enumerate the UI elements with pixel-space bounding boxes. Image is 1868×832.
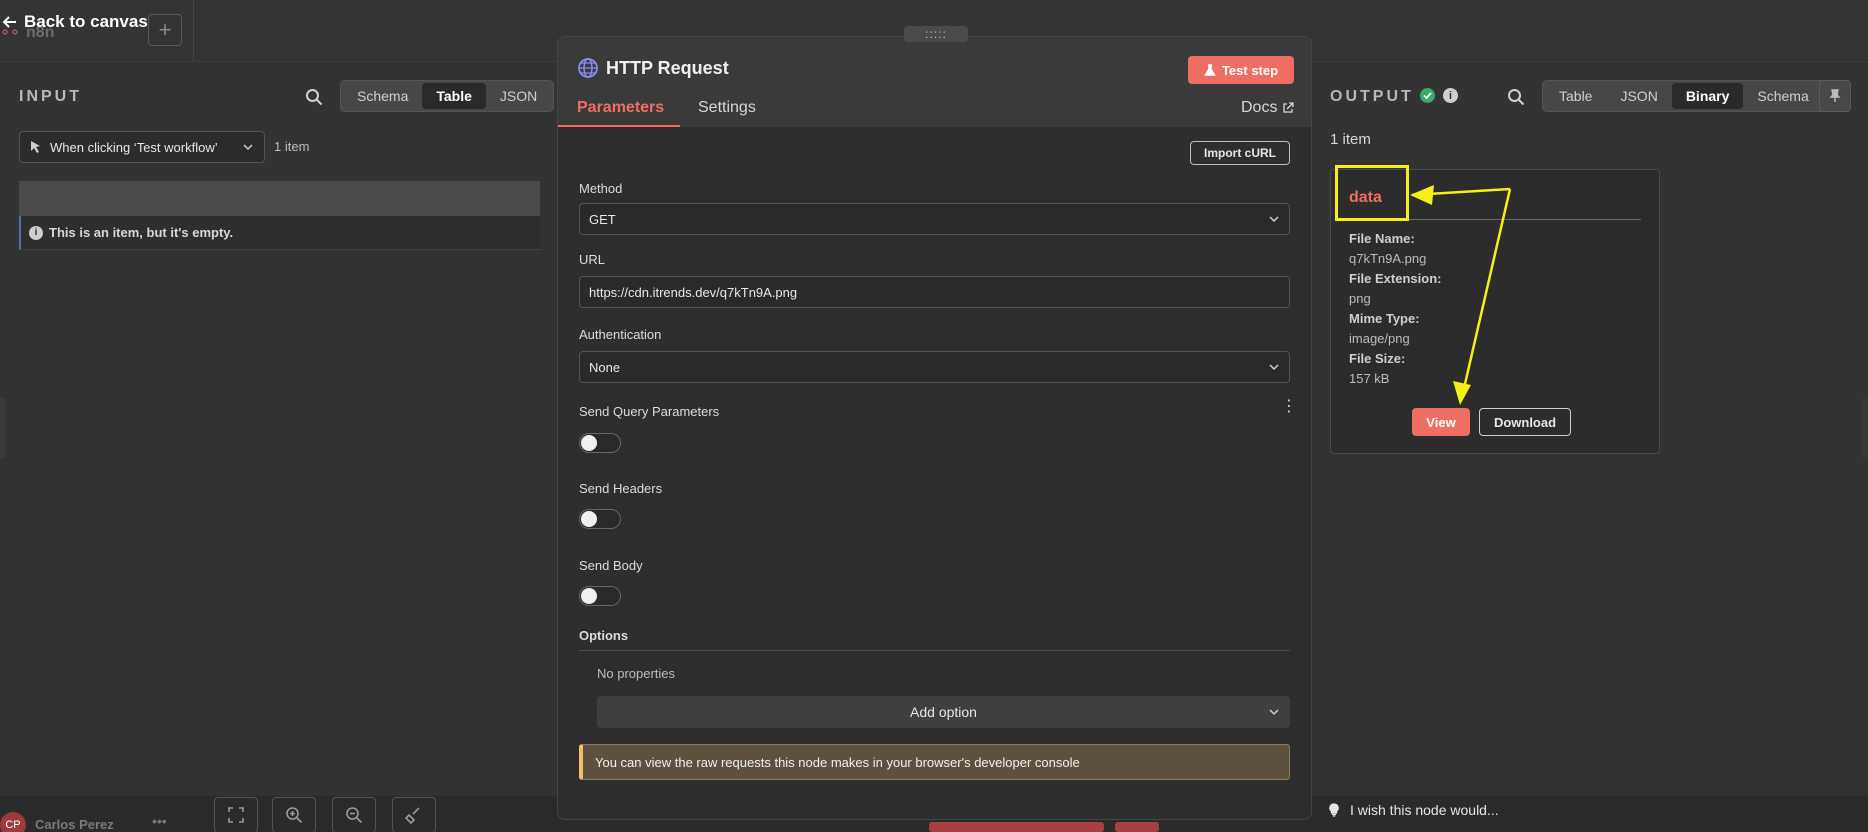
url-input[interactable]: https://cdn.itrends.dev/q7kTn9A.png bbox=[579, 276, 1290, 308]
add-option-button[interactable]: Add option bbox=[597, 696, 1290, 728]
more-vertical-icon[interactable]: ⋮ bbox=[1281, 399, 1297, 418]
chevron-down-icon bbox=[1269, 216, 1279, 223]
options-divider bbox=[579, 650, 1290, 651]
info-icon: i bbox=[29, 225, 43, 240]
search-icon[interactable] bbox=[1507, 88, 1525, 106]
send-body-label: Send Body bbox=[579, 558, 643, 573]
output-item-count: 1 item bbox=[1330, 131, 1371, 148]
pin-icon bbox=[1829, 89, 1841, 102]
send-query-parameters-label: Send Query Parameters bbox=[579, 404, 720, 419]
chevron-down-icon bbox=[243, 144, 253, 151]
output-tab-schema[interactable]: Schema bbox=[1743, 83, 1822, 109]
file-size-value: 157 kB bbox=[1349, 371, 1390, 386]
authentication-label: Authentication bbox=[579, 327, 662, 342]
zoom-to-fit-button[interactable] bbox=[214, 797, 258, 832]
broom-icon bbox=[405, 807, 420, 824]
info-icon[interactable]: i bbox=[1443, 88, 1458, 103]
import-curl-button[interactable]: Import cURL bbox=[1190, 141, 1290, 165]
url-label: URL bbox=[579, 252, 606, 267]
tidy-up-button[interactable] bbox=[392, 797, 436, 832]
success-check-icon bbox=[1420, 88, 1435, 103]
parameters-form: Import cURL Method GET URL https://cdn.i… bbox=[557, 36, 1312, 820]
pin-data-button[interactable] bbox=[1819, 80, 1851, 112]
cursor-pointer-icon bbox=[31, 141, 40, 153]
input-item-count: 1 item bbox=[274, 139, 310, 154]
input-table-header bbox=[19, 181, 540, 216]
stop-button-edge[interactable] bbox=[1115, 822, 1159, 832]
topbar-divider bbox=[193, 0, 194, 62]
lightbulb-icon bbox=[1329, 803, 1339, 817]
file-size-label: File Size: bbox=[1349, 351, 1406, 366]
output-tab-json[interactable]: JSON bbox=[1606, 83, 1671, 109]
developer-console-notice: You can view the raw requests this node … bbox=[579, 744, 1290, 780]
toggle-knob bbox=[581, 588, 597, 604]
input-panel-title: INPUT bbox=[19, 88, 82, 105]
arrow-left-icon bbox=[2, 16, 16, 28]
send-headers-toggle[interactable] bbox=[579, 509, 621, 529]
authentication-select[interactable]: None bbox=[579, 351, 1290, 383]
output-panel-title: OUTPUT bbox=[1330, 88, 1414, 105]
zoom-in-button[interactable] bbox=[272, 797, 316, 832]
chevron-down-icon bbox=[1269, 364, 1279, 371]
back-to-canvas-link[interactable]: Back to canvas bbox=[2, 12, 148, 32]
left-panel-resize-handle[interactable] bbox=[0, 398, 6, 458]
zoom-out-button[interactable] bbox=[332, 797, 376, 832]
fit-view-icon bbox=[228, 807, 244, 823]
output-tab-binary[interactable]: Binary bbox=[1671, 83, 1744, 109]
output-view-switcher: Table JSON Binary Schema bbox=[1542, 80, 1826, 112]
send-query-parameters-toggle[interactable] bbox=[579, 433, 621, 453]
user-menu-more-icon[interactable]: ••• bbox=[152, 813, 167, 829]
input-node-select[interactable]: When clicking ‘Test workflow’ bbox=[19, 131, 265, 163]
output-tab-table[interactable]: Table bbox=[1545, 83, 1606, 109]
right-panel-resize-handle[interactable] bbox=[1862, 398, 1868, 458]
table-row: i This is an item, but it's empty. bbox=[19, 216, 540, 250]
search-icon[interactable] bbox=[305, 88, 323, 106]
file-extension-value: png bbox=[1349, 291, 1371, 306]
annotation-highlight-box bbox=[1335, 165, 1409, 221]
toggle-knob bbox=[581, 511, 597, 527]
input-tab-schema[interactable]: Schema bbox=[343, 83, 422, 109]
no-properties-text: No properties bbox=[597, 666, 676, 681]
avatar[interactable]: CP bbox=[0, 812, 26, 832]
execute-workflow-button-edge[interactable] bbox=[929, 822, 1104, 832]
node-feedback-link[interactable]: I wish this node would... bbox=[1328, 802, 1499, 818]
method-label: Method bbox=[579, 181, 623, 196]
annotation-arrows bbox=[1410, 185, 1512, 405]
zoom-in-icon bbox=[286, 807, 303, 824]
input-tab-table[interactable]: Table bbox=[422, 83, 486, 109]
user-name: Carlos Perez bbox=[35, 817, 114, 832]
method-select[interactable]: GET bbox=[579, 203, 1290, 235]
add-node-button[interactable]: + bbox=[148, 14, 182, 46]
toggle-knob bbox=[581, 435, 597, 451]
zoom-out-icon bbox=[346, 807, 363, 824]
options-label: Options bbox=[579, 628, 629, 643]
send-body-toggle[interactable] bbox=[579, 586, 621, 606]
input-tab-json[interactable]: JSON bbox=[486, 83, 551, 109]
chevron-down-icon bbox=[1269, 709, 1279, 716]
input-view-switcher: Schema Table JSON bbox=[340, 80, 555, 112]
send-headers-label: Send Headers bbox=[579, 481, 663, 496]
